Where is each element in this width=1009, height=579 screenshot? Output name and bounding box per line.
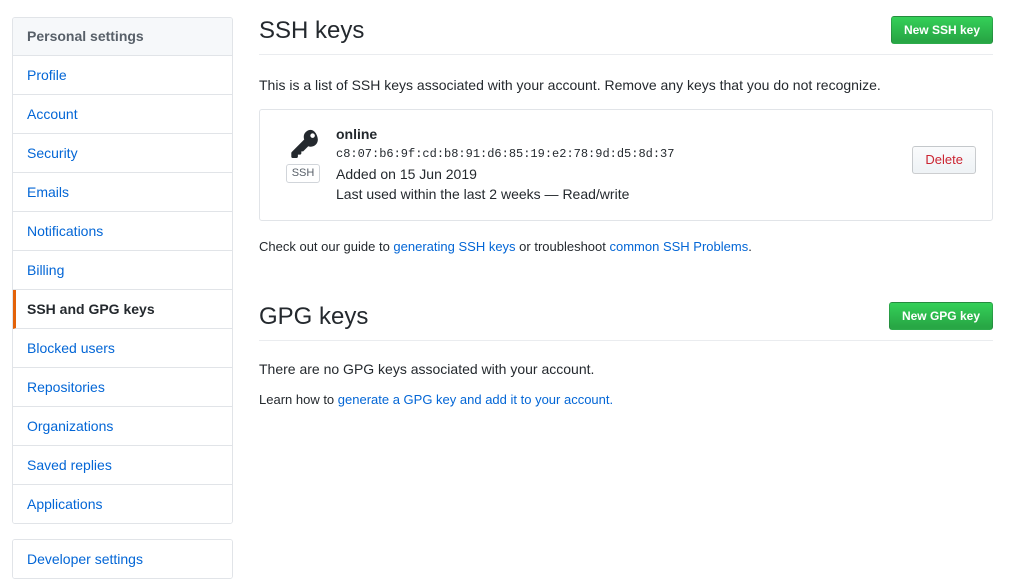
sidebar-item-label: Profile [27,67,67,83]
sidebar-item-label: Developer settings [27,551,143,567]
ssh-key-added-date: Added on 15 Jun 2019 [336,166,477,182]
sidebar-item-label: Security [27,145,78,161]
sidebar-item-security[interactable]: Security [13,134,232,173]
sidebar-item-label: Organizations [27,418,114,434]
common-ssh-problems-link[interactable]: common SSH Problems [610,239,749,254]
delete-ssh-key-button[interactable]: Delete [912,146,976,174]
sidebar-item-label: Notifications [27,223,104,239]
gpg-keys-title: GPG keys [259,303,369,330]
sidebar-item-label: Emails [27,184,70,200]
ssh-key-fingerprint: c8:07:b6:9f:cd:b8:91:d6:85:19:e2:78:9d:d… [336,147,675,161]
gpg-empty-message: There are no GPG keys associated with yo… [259,361,595,377]
generating-ssh-keys-link[interactable]: generating SSH keys [393,239,515,254]
personal-settings-nav: Personal settings Profile Account Securi… [12,17,233,524]
sidebar-item-ssh-and-gpg-keys[interactable]: SSH and GPG keys [13,290,232,329]
sidebar: Personal settings Profile Account Securi… [12,17,233,579]
sidebar-item-label: Billing [27,262,65,278]
ssh-help-text: Check out our guide to generating SSH ke… [259,237,993,256]
ssh-key-row: SSH online c8:07:b6:9f:cd:b8:91:d6:85:19… [259,109,993,221]
ssh-key-title: online [336,126,378,142]
sidebar-item-emails[interactable]: Emails [13,173,232,212]
sidebar-item-notifications[interactable]: Notifications [13,212,232,251]
sidebar-item-repositories[interactable]: Repositories [13,368,232,407]
ssh-keys-description: This is a list of SSH keys associated wi… [259,77,881,93]
sidebar-item-applications[interactable]: Applications [13,485,232,523]
sidebar-item-profile[interactable]: Profile [13,56,232,95]
main-content: SSH keys New SSH key This is a list of S… [259,0,993,409]
sidebar-item-label: Applications [27,496,103,512]
ssh-keys-title: SSH keys [259,17,365,44]
settings-page: Personal settings Profile Account Securi… [0,0,1009,579]
sidebar-header: Personal settings [13,18,232,56]
generate-gpg-key-link[interactable]: generate a GPG key and add it to your ac… [338,392,613,407]
ssh-help-middle: or troubleshoot [515,239,610,254]
ssh-help-prefix: Check out our guide to [259,239,394,254]
sidebar-item-label: Blocked users [27,340,115,356]
sidebar-item-label: SSH and GPG keys [27,301,155,317]
sidebar-item-label: Saved replies [27,457,112,473]
ssh-key-details: online c8:07:b6:9f:cd:b8:91:d6:85:19:e2:… [330,124,912,204]
sidebar-item-saved-replies[interactable]: Saved replies [13,446,232,485]
sidebar-item-developer-settings[interactable]: Developer settings [13,540,232,578]
sidebar-item-label: Account [27,106,78,122]
ssh-key-icon-column: SSH [276,124,330,183]
new-ssh-key-button[interactable]: New SSH key [890,16,993,44]
developer-settings-nav: Developer settings [12,539,233,579]
ssh-keys-header: SSH keys New SSH key [259,16,993,55]
ssh-help-suffix: . [748,239,752,254]
sidebar-item-organizations[interactable]: Organizations [13,407,232,446]
sidebar-item-billing[interactable]: Billing [13,251,232,290]
ssh-key-type-badge: SSH [285,164,321,183]
ssh-key-actions: Delete [912,124,976,174]
sidebar-item-blocked-users[interactable]: Blocked users [13,329,232,368]
ssh-key-last-used: Last used within the last 2 weeks — Read… [336,186,630,202]
gpg-keys-header: GPG keys New GPG key [259,302,993,341]
key-icon [291,129,318,158]
gpg-learn-text: Learn how to generate a GPG key and add … [259,390,993,409]
new-gpg-key-button[interactable]: New GPG key [888,302,993,330]
gpg-learn-prefix: Learn how to [259,392,338,407]
sidebar-item-label: Repositories [27,379,105,395]
sidebar-item-account[interactable]: Account [13,95,232,134]
